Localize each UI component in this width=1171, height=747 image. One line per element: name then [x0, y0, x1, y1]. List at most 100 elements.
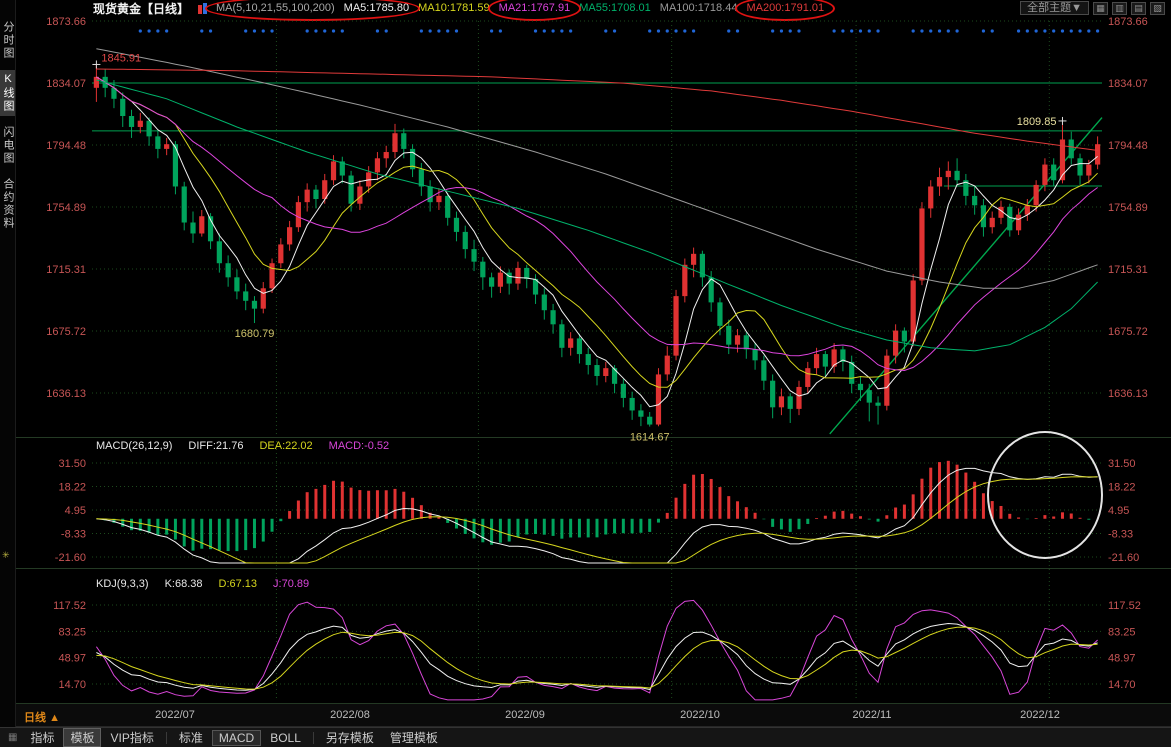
news-marker-dot[interactable] [1026, 29, 1029, 32]
news-marker-dot[interactable] [139, 29, 142, 32]
tab-save-template[interactable]: 另存模板 [319, 728, 381, 747]
news-marker-dot[interactable] [323, 29, 326, 32]
news-marker-dot[interactable] [455, 29, 458, 32]
news-marker-dot[interactable] [270, 29, 273, 32]
candle [823, 354, 828, 367]
news-marker-dot[interactable] [165, 29, 168, 32]
sidebar-tab-flash[interactable]: 闪电图 [0, 123, 15, 168]
news-marker-dot[interactable] [771, 29, 774, 32]
sidebar-tab-contract-info[interactable]: 合约资料 [0, 175, 15, 233]
news-marker-dot[interactable] [876, 29, 879, 32]
kdj-k-value: K:68.38 [165, 578, 203, 590]
news-marker-dot[interactable] [1061, 29, 1064, 32]
sidebar-tab-kline[interactable]: K线图 [0, 70, 15, 116]
news-marker-dot[interactable] [797, 29, 800, 32]
layout-grid-icon[interactable]: ▦ [1093, 2, 1108, 15]
news-marker-dot[interactable] [262, 29, 265, 32]
news-marker-dot[interactable] [1052, 29, 1055, 32]
news-marker-dot[interactable] [1087, 29, 1090, 32]
news-marker-dot[interactable] [569, 29, 572, 32]
news-marker-dot[interactable] [666, 29, 669, 32]
news-marker-dot[interactable] [1078, 29, 1081, 32]
chart-canvas[interactable]: 1873.661873.661834.071834.071794.481794.… [16, 16, 1171, 703]
news-marker-dot[interactable] [982, 29, 985, 32]
news-marker-dot[interactable] [209, 29, 212, 32]
news-marker-dot[interactable] [850, 29, 853, 32]
candle [919, 208, 924, 280]
candle [428, 186, 433, 202]
news-marker-dot[interactable] [1035, 29, 1038, 32]
news-marker-dot[interactable] [534, 29, 537, 32]
news-marker-dot[interactable] [341, 29, 344, 32]
chart-area: 1873.661873.661834.071834.071794.481794.… [16, 16, 1171, 703]
news-marker-dot[interactable] [692, 29, 695, 32]
news-marker-dot[interactable] [657, 29, 660, 32]
news-marker-dot[interactable] [859, 29, 862, 32]
news-marker-dot[interactable] [955, 29, 958, 32]
news-marker-dot[interactable] [147, 29, 150, 32]
news-marker-dot[interactable] [543, 29, 546, 32]
news-marker-dot[interactable] [736, 29, 739, 32]
news-marker-dot[interactable] [490, 29, 493, 32]
news-marker-dot[interactable] [560, 29, 563, 32]
news-marker-dot[interactable] [868, 29, 871, 32]
axis-tick-label: 1873.66 [46, 16, 86, 28]
news-marker-dot[interactable] [1096, 29, 1099, 32]
news-marker-dot[interactable] [551, 29, 554, 32]
news-marker-dot[interactable] [1043, 29, 1046, 32]
news-marker-dot[interactable] [200, 29, 203, 32]
ma21-line [96, 77, 1097, 371]
news-marker-dot[interactable] [929, 29, 932, 32]
panel-settings-icon[interactable]: ✳ [2, 550, 10, 561]
news-marker-dot[interactable] [437, 29, 440, 32]
layout-rows-icon[interactable]: ▤ [1131, 2, 1146, 15]
tab-manage-template[interactable]: 管理模板 [383, 728, 445, 747]
news-marker-dot[interactable] [446, 29, 449, 32]
news-marker-dot[interactable] [244, 29, 247, 32]
tab-macd[interactable]: MACD [212, 730, 261, 746]
news-marker-dot[interactable] [604, 29, 607, 32]
news-marker-dot[interactable] [912, 29, 915, 32]
sidebar-tab-timeshare[interactable]: 分时图 [0, 18, 15, 63]
news-marker-dot[interactable] [314, 29, 317, 32]
axis-tick-label: 1636.13 [46, 388, 86, 400]
news-marker-dot[interactable] [841, 29, 844, 32]
news-marker-dot[interactable] [306, 29, 309, 32]
kdj-j-value: J:70.89 [273, 578, 309, 590]
layout-cascade-icon[interactable]: ▧ [1150, 2, 1165, 15]
news-marker-dot[interactable] [376, 29, 379, 32]
theme-selector-button[interactable]: 全部主题▼ [1020, 1, 1089, 15]
news-marker-dot[interactable] [648, 29, 651, 32]
news-marker-dot[interactable] [683, 29, 686, 32]
news-marker-dot[interactable] [920, 29, 923, 32]
news-marker-dot[interactable] [991, 29, 994, 32]
layout-columns-icon[interactable]: ▥ [1112, 2, 1127, 15]
news-marker-dot[interactable] [833, 29, 836, 32]
candle [691, 254, 696, 265]
candle [814, 354, 819, 368]
news-marker-dot[interactable] [429, 29, 432, 32]
news-marker-dot[interactable] [613, 29, 616, 32]
news-marker-dot[interactable] [385, 29, 388, 32]
tab-standard[interactable]: 标准 [172, 728, 210, 747]
news-marker-dot[interactable] [156, 29, 159, 32]
tab-template[interactable]: 模板 [63, 728, 101, 747]
news-marker-dot[interactable] [420, 29, 423, 32]
news-marker-dot[interactable] [780, 29, 783, 32]
news-marker-dot[interactable] [1070, 29, 1073, 32]
news-marker-dot[interactable] [332, 29, 335, 32]
tab-boll[interactable]: BOLL [263, 730, 308, 746]
news-marker-dot[interactable] [789, 29, 792, 32]
news-marker-dot[interactable] [253, 29, 256, 32]
candle [788, 396, 793, 409]
news-marker-dot[interactable] [499, 29, 502, 32]
news-marker-dot[interactable] [938, 29, 941, 32]
period-selector[interactable]: 日线 ▲ [24, 709, 60, 725]
news-marker-dot[interactable] [674, 29, 677, 32]
news-marker-dot[interactable] [727, 29, 730, 32]
tab-indicator[interactable]: 指标 [23, 728, 61, 747]
news-marker-dot[interactable] [1017, 29, 1020, 32]
tab-vip-indicator[interactable]: VIP指标 [103, 728, 160, 747]
news-marker-dot[interactable] [947, 29, 950, 32]
grid-icon[interactable]: ▦ [4, 732, 21, 743]
